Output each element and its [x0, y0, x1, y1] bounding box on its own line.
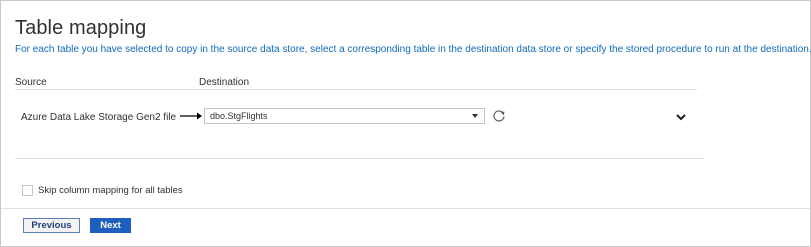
destination-table-value: dbo.StgFlights	[210, 111, 268, 121]
source-table-name: Azure Data Lake Storage Gen2 file	[21, 112, 177, 123]
column-header-source: Source	[15, 77, 47, 88]
page-title: Table mapping	[15, 17, 147, 39]
header-divider	[15, 89, 697, 90]
previous-button[interactable]: Previous	[23, 218, 80, 233]
table-mapping-panel: Table mapping For each table you have se…	[0, 0, 811, 247]
footer-divider	[1, 208, 810, 209]
refresh-icon[interactable]	[492, 109, 506, 123]
skip-column-mapping-label: Skip column mapping for all tables	[38, 185, 183, 196]
caret-down-icon	[472, 114, 478, 118]
row-divider	[15, 158, 704, 159]
destination-table-select[interactable]: dbo.StgFlights	[204, 108, 485, 124]
skip-column-mapping-checkbox[interactable]	[22, 185, 33, 196]
column-header-destination: Destination	[199, 77, 250, 88]
next-button[interactable]: Next	[90, 218, 131, 233]
skip-column-mapping-option[interactable]: Skip column mapping for all tables	[22, 185, 183, 196]
page-description: For each table you have selected to copy…	[15, 44, 811, 55]
arrow-right-icon	[180, 112, 202, 120]
chevron-down-icon[interactable]	[674, 111, 688, 123]
